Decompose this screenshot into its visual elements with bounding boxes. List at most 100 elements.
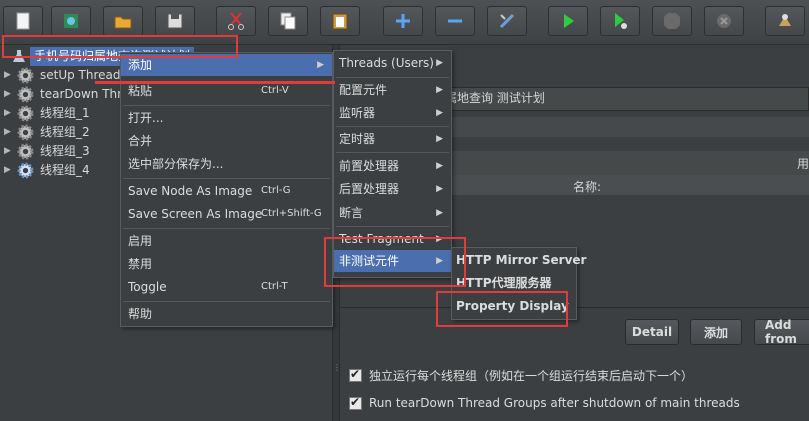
menu-separator	[123, 105, 330, 106]
menu-item-toggle[interactable]: Toggle Ctrl-T	[121, 276, 332, 298]
start-button[interactable]	[548, 6, 588, 36]
expand-arrow-icon: ▶	[4, 146, 11, 156]
start-icon	[564, 14, 574, 28]
collapse-icon	[448, 19, 462, 23]
menu-item-preprocessor[interactable]: 前置处理器 ▶	[334, 155, 451, 177]
menu-item-non-test-elements[interactable]: 非测试元件 ▶	[334, 250, 451, 272]
context-menu: 添加 ▶ 粘贴 Ctrl-V 打开... 合并 选中部分保存为... Save No…	[120, 52, 333, 327]
save-icon	[167, 13, 183, 29]
submenu-arrow-icon: ▶	[436, 85, 443, 95]
add-button[interactable]: 添加	[690, 319, 742, 345]
menu-item-postprocessor[interactable]: 后置处理器 ▶	[334, 178, 451, 200]
expand-button[interactable]	[383, 6, 423, 36]
expand-arrow-icon: ▶	[4, 70, 11, 80]
submenu-arrow-icon: ▶	[436, 161, 443, 171]
expand-arrow-icon: ▶	[4, 108, 11, 118]
menu-item-listener[interactable]: 监听器 ▶	[334, 102, 451, 124]
menu-separator	[123, 301, 330, 302]
menu-item-config[interactable]: 配置元件 ▶	[334, 79, 451, 101]
menu-item-save-screen-image[interactable]: Save Screen As Image Ctrl+Shift-G	[121, 203, 332, 225]
copy-icon	[280, 12, 296, 30]
variables-table-header	[450, 175, 809, 195]
menu-separator	[123, 178, 330, 179]
checkbox-checked-icon	[349, 395, 362, 410]
checkbox-checked-icon	[349, 367, 362, 382]
menu-item-test-fragment[interactable]: Test Fragment ▶	[334, 228, 451, 250]
non-test-submenu: HTTP Mirror Server HTTP代理服务器 Property Di…	[451, 247, 586, 320]
detail-button[interactable]: Detail	[625, 319, 679, 345]
copy-button[interactable]	[268, 6, 308, 36]
open-icon	[114, 16, 132, 29]
start-no-pauses-icon	[615, 13, 627, 29]
menu-item-http-proxy[interactable]: HTTP代理服务器	[452, 272, 576, 294]
submenu-arrow-icon: ▶	[436, 134, 443, 144]
cut-icon	[228, 12, 244, 30]
run-teardown-checkbox[interactable]: Run tearDown Thread Groups after shutdow…	[349, 395, 740, 410]
menu-item-disable[interactable]: 禁用	[121, 253, 332, 275]
menu-item-merge[interactable]: 合并	[121, 130, 332, 152]
menu-separator	[336, 126, 449, 127]
open-button[interactable]	[103, 6, 143, 36]
submenu-arrow-icon: ▶	[436, 58, 443, 68]
toggle-icon	[499, 13, 515, 29]
gear-icon	[17, 105, 34, 122]
menu-item-enable[interactable]: 启用	[121, 230, 332, 252]
column-header-use: 用	[797, 157, 809, 171]
menu-separator	[336, 152, 449, 153]
gear-icon	[17, 162, 34, 179]
menu-item-assertion[interactable]: 断言 ▶	[334, 202, 451, 224]
paste-button[interactable]	[320, 6, 360, 36]
menu-item-timer[interactable]: 定时器 ▶	[334, 128, 451, 150]
menu-item-add[interactable]: 添加 ▶	[121, 54, 332, 76]
clear-button[interactable]	[765, 6, 805, 36]
expand-arrow-icon: ▶	[4, 127, 11, 137]
save-button[interactable]	[155, 6, 195, 36]
menu-item-open[interactable]: 打开...	[121, 107, 332, 129]
name-field[interactable]: 属地查询 测试计划	[440, 87, 809, 111]
submenu-arrow-icon: ▶	[436, 234, 443, 244]
menu-item-save-selection[interactable]: 选中部分保存为...	[121, 153, 332, 175]
toggle-button[interactable]	[487, 6, 527, 36]
new-file-icon	[16, 12, 30, 30]
gear-icon	[17, 86, 34, 103]
submenu-arrow-icon: ▶	[436, 208, 443, 218]
menu-item-property-display[interactable]: Property Display	[452, 295, 576, 317]
run-groups-consecutively-checkbox[interactable]: 独立运行每个线程组（例如在一个组运行结束后启动下一个）	[349, 367, 693, 384]
variables-header	[440, 151, 809, 175]
submenu-arrow-icon: ▶	[436, 256, 443, 266]
templates-button[interactable]	[51, 6, 91, 36]
column-header-name: 名称:	[573, 180, 602, 194]
paste-icon	[332, 13, 348, 30]
submenu-arrow-icon: ▶	[436, 108, 443, 118]
expand-arrow-icon: ▶	[4, 165, 11, 175]
expand-icon	[396, 14, 410, 28]
stop-button[interactable]	[652, 6, 692, 36]
add-from-clipboard-button[interactable]: Add from	[754, 318, 809, 346]
menu-item-threads[interactable]: Threads (Users) ▶	[334, 52, 451, 74]
collapse-button[interactable]	[435, 6, 475, 36]
clear-icon	[779, 14, 791, 26]
submenu-arrow-icon: ▶	[436, 184, 443, 194]
menu-item-save-node-image[interactable]: Save Node As Image Ctrl-G	[121, 180, 332, 202]
gear-icon	[17, 143, 34, 160]
gear-icon	[17, 67, 34, 84]
start-no-pauses-button[interactable]	[600, 6, 640, 36]
cut-button[interactable]	[216, 6, 256, 36]
expand-arrow-icon: ▶	[4, 89, 11, 99]
templates-icon	[64, 14, 78, 28]
submenu-arrow-icon: ▶	[317, 60, 324, 70]
test-plan-icon	[13, 50, 25, 62]
stop-icon	[664, 13, 680, 29]
menu-separator	[336, 226, 449, 227]
add-submenu: Threads (Users) ▶ 配置元件 ▶ 监听器 ▶ 定时器 ▶ 前置处理器 ▶ …	[333, 50, 452, 278]
menu-separator	[336, 77, 449, 78]
shutdown-icon	[717, 14, 731, 28]
highlight-add-underline	[95, 81, 335, 84]
gear-icon	[17, 124, 34, 141]
menu-item-http-mirror[interactable]: HTTP Mirror Server	[452, 249, 586, 271]
toolbar	[0, 0, 809, 45]
new-button[interactable]	[3, 6, 43, 36]
comments-field[interactable]	[440, 117, 809, 137]
shutdown-button[interactable]	[704, 6, 744, 36]
menu-item-help[interactable]: 帮助	[121, 303, 332, 325]
